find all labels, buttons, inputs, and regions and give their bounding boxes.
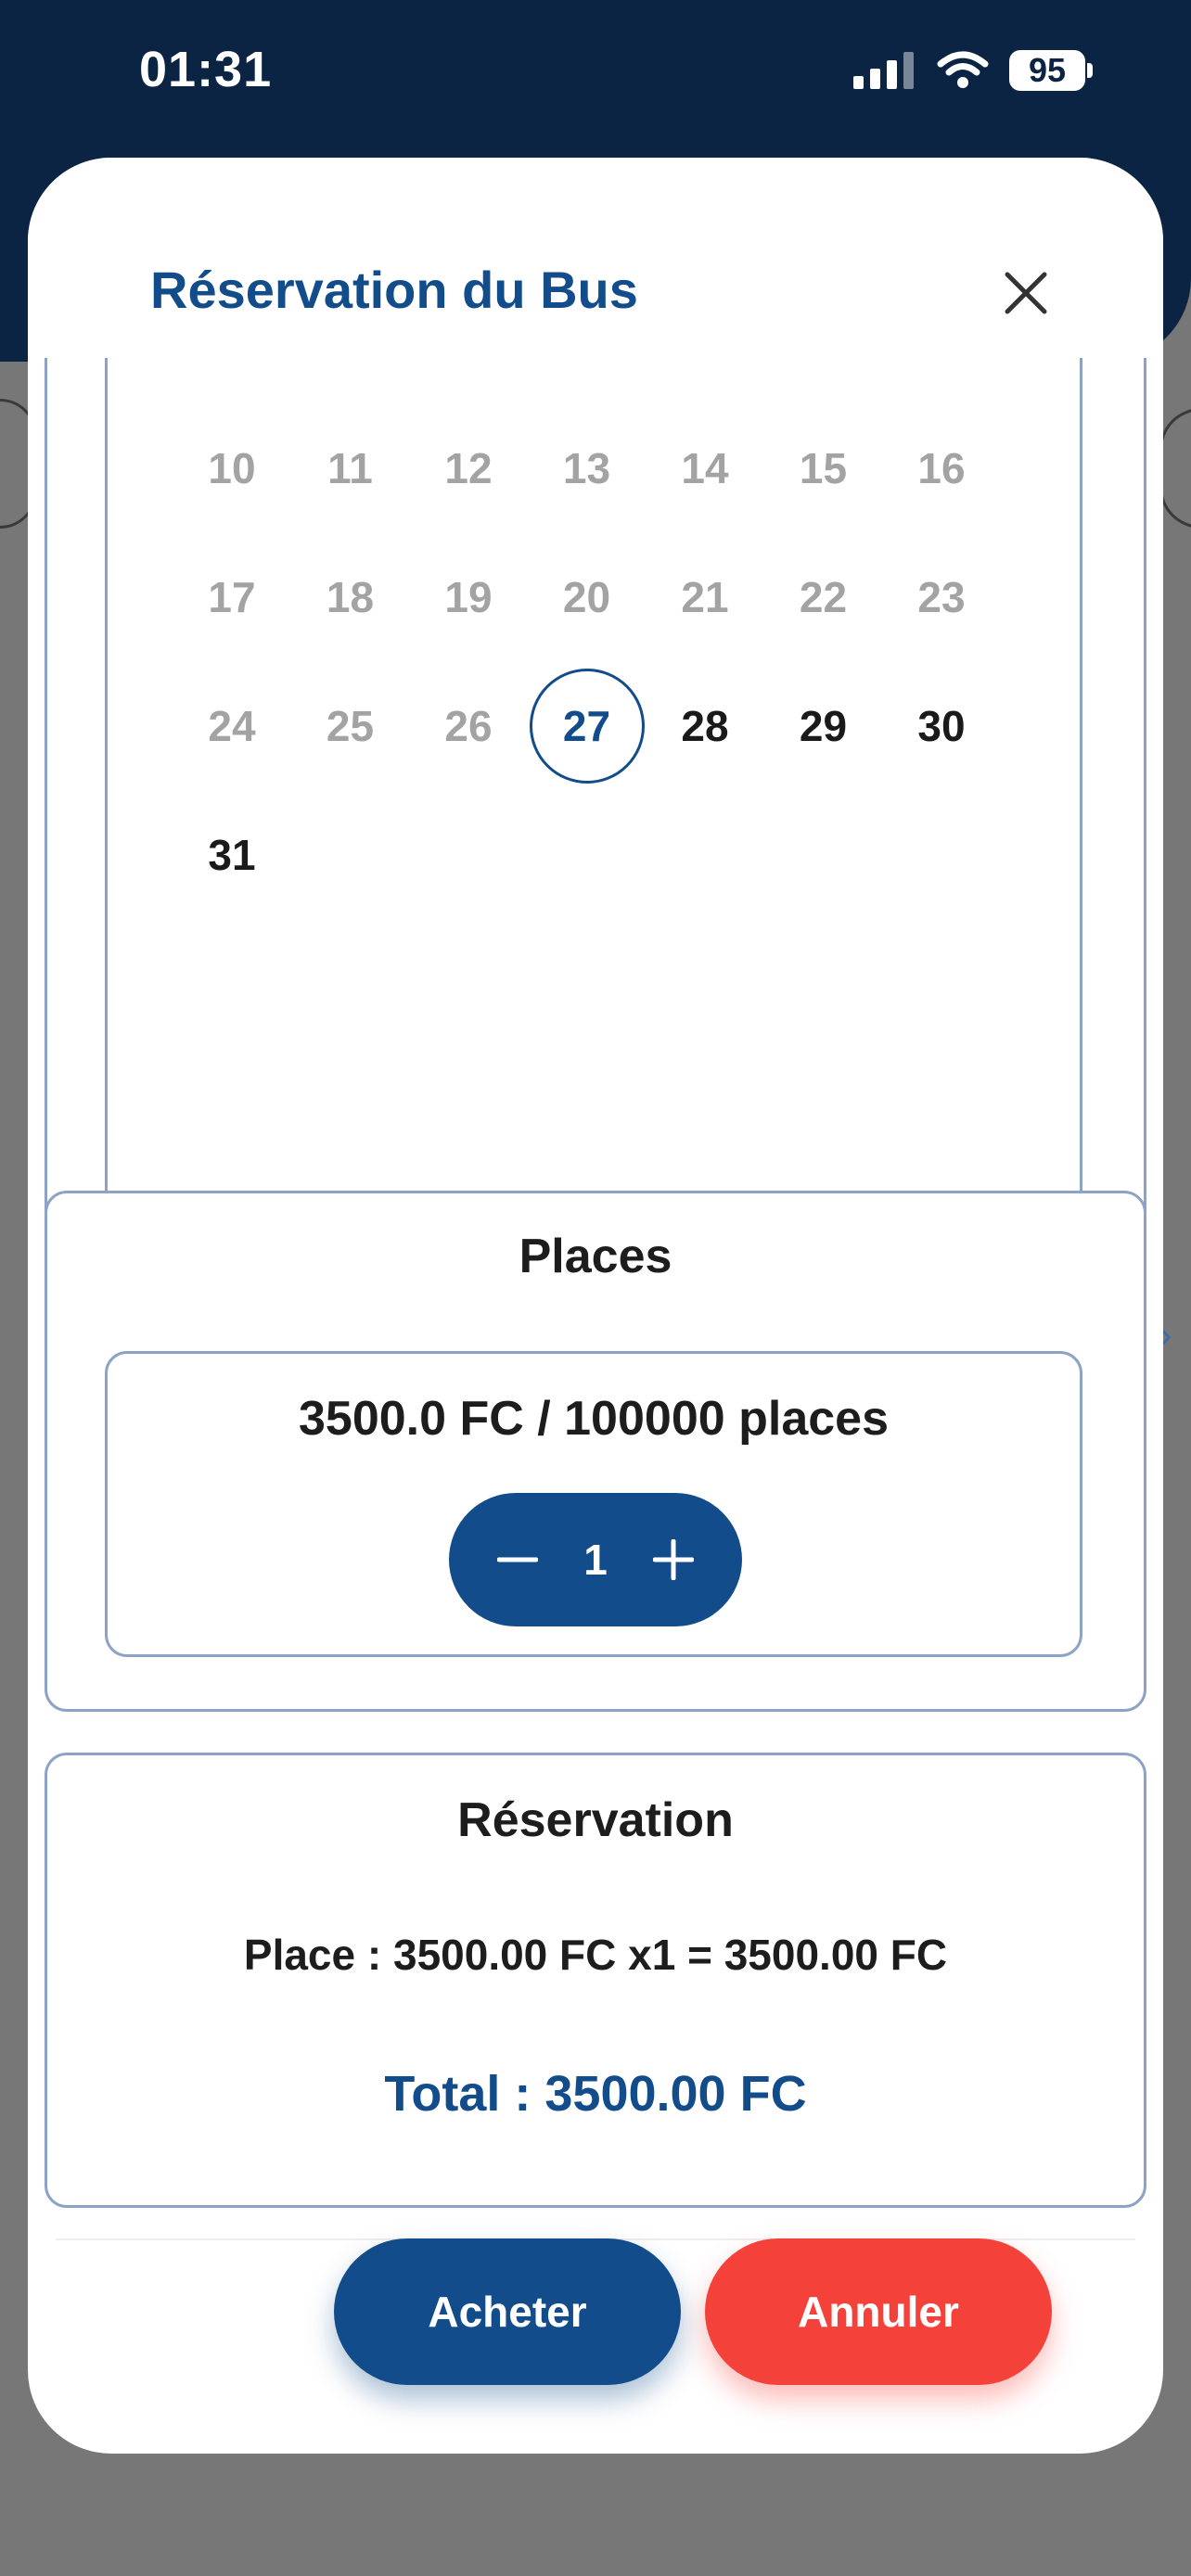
places-heading: Places [519, 1230, 672, 1283]
reservation-summary-line: Place : 3500.00 FC x1 = 3500.00 FC [243, 1931, 948, 1979]
reservation-total: Total : 3500.00 FC [384, 2066, 807, 2122]
battery-icon: 95 [1009, 50, 1093, 91]
wifi-icon [937, 51, 989, 88]
places-section: Places 3500.0 FC / 100000 places 1 [45, 1191, 1146, 1712]
buy-button[interactable]: Acheter [334, 2238, 681, 2385]
close-button[interactable] [992, 260, 1059, 326]
calendar-day: 25 [326, 702, 375, 750]
reservation-summary-section: Réservation Place : 3500.00 FC x1 = 3500… [45, 1753, 1146, 2208]
cancel-button[interactable]: Annuler [705, 2238, 1052, 2385]
calendar-day: 15 [799, 444, 848, 492]
calendar-day: 13 [562, 444, 611, 492]
calendar-day[interactable]: 29 [766, 669, 881, 784]
price-box: 3500.0 FC / 100000 places 1 [105, 1351, 1082, 1657]
calendar-day: 16 [917, 444, 966, 492]
calendar-day: 12 [444, 444, 493, 492]
battery-level: 95 [1028, 51, 1067, 89]
calendar-day: 21 [681, 573, 729, 621]
price-per-place: 3500.0 FC / 100000 places [298, 1392, 889, 1446]
quantity-stepper: 1 [449, 1493, 742, 1626]
calendar-day: 14 [681, 444, 729, 492]
cellular-signal-icon [853, 52, 914, 89]
status-icons: 95 [853, 45, 1093, 96]
calendar-day: 23 [917, 573, 966, 621]
calendar-day[interactable]: 31 [174, 797, 289, 912]
calendar-day: 22 [799, 573, 848, 621]
calendar-day[interactable]: 30 [884, 669, 999, 784]
modal-header: Réservation du Bus [28, 158, 1163, 358]
modal-title: Réservation du Bus [150, 261, 638, 319]
minus-icon [497, 1557, 538, 1562]
reservation-modal: 3456789101112131415161718192021222324252… [28, 158, 1163, 2454]
calendar-section: 3456789101112131415161718192021222324252… [45, 281, 1146, 1308]
decrement-button[interactable] [488, 1530, 547, 1589]
calendar-day[interactable]: 28 [647, 669, 762, 784]
calendar-day: 19 [444, 573, 493, 621]
calendar-day: 11 [327, 444, 373, 492]
background-decoration [1159, 408, 1191, 529]
calendar-day: 10 [208, 444, 256, 492]
calendar-day: 18 [326, 573, 375, 621]
quantity-value: 1 [583, 1536, 608, 1584]
calendar-day-selected[interactable]: 27 [529, 669, 645, 784]
close-icon [1005, 272, 1047, 314]
calendar-day: 26 [444, 702, 493, 750]
calendar-grid: 3456789101112131415161718192021222324252… [105, 281, 1082, 1259]
calendar-day: 20 [562, 573, 611, 621]
plus-icon [653, 1539, 694, 1580]
status-time: 01:31 [139, 42, 273, 97]
increment-button[interactable] [644, 1530, 703, 1589]
calendar-day: 24 [208, 702, 256, 750]
reservation-heading: Réservation [457, 1793, 734, 1847]
calendar-day: 17 [208, 573, 256, 621]
